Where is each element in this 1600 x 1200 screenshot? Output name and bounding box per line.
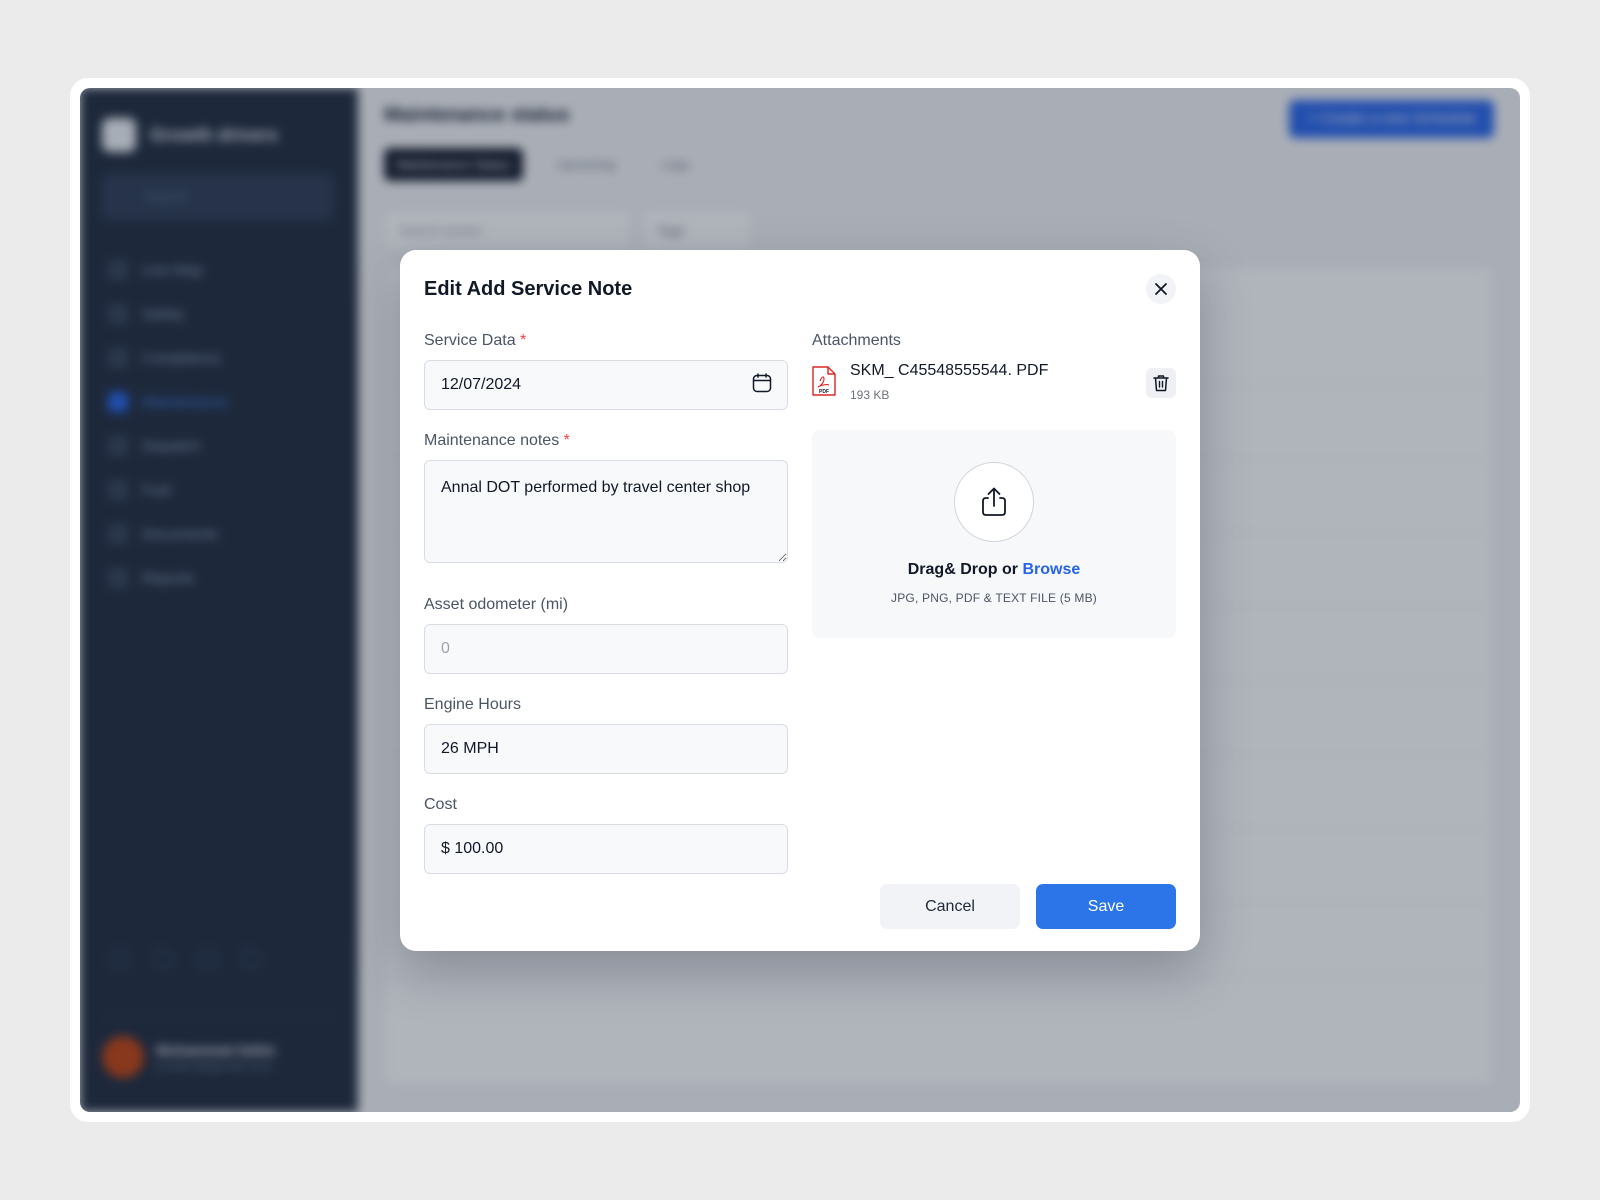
modal-title: Edit Add Service Note xyxy=(424,278,633,300)
attachments-section: Attachments PDF SKM_ C45548555544. PDF 1… xyxy=(812,330,1176,638)
browse-link[interactable]: Browse xyxy=(1022,561,1080,578)
required-mark: * xyxy=(520,332,527,349)
service-date-label: Service Data * xyxy=(424,332,527,349)
pdf-file-icon: PDF xyxy=(812,366,836,396)
odometer-label: Asset odometer (mi) xyxy=(424,596,569,613)
trash-icon xyxy=(1153,375,1169,392)
save-button[interactable]: Save xyxy=(1036,884,1176,929)
attachment-file-name: SKM_ C45548555544. PDF xyxy=(850,362,1049,379)
upload-dropzone[interactable]: Drag& Drop or Browse JPG, PNG, PDF & TEX… xyxy=(812,430,1176,638)
upload-icon xyxy=(982,487,1006,516)
dropzone-hint: JPG, PNG, PDF & TEXT FILE (5 MB) xyxy=(891,591,1097,605)
odometer-input[interactable] xyxy=(424,624,788,674)
dropzone-text: Drag& Drop or Browse xyxy=(907,561,1081,578)
required-mark: * xyxy=(563,432,570,449)
close-button[interactable] xyxy=(1146,274,1176,304)
cancel-button[interactable]: Cancel xyxy=(880,884,1020,929)
svg-text:PDF: PDF xyxy=(819,389,829,395)
service-date-wrap xyxy=(424,352,788,410)
service-note-modal: Edit Add Service Note Service Data * Mai… xyxy=(400,250,1200,951)
delete-attachment-button[interactable] xyxy=(1146,368,1176,398)
cost-label: Cost xyxy=(424,796,457,813)
upload-button[interactable] xyxy=(954,462,1034,542)
form-fields: Service Data * Maintenance notes * Annal… xyxy=(424,330,788,874)
engine-hours-input[interactable] xyxy=(424,724,788,774)
engine-hours-label: Engine Hours xyxy=(424,696,521,713)
cost-input[interactable] xyxy=(424,824,788,874)
close-icon xyxy=(1155,283,1167,295)
maintenance-notes-textarea[interactable]: Annal DOT performed by travel center sho… xyxy=(424,460,788,563)
calendar-icon[interactable] xyxy=(752,373,772,393)
attachments-label: Attachments xyxy=(812,332,901,349)
attachment-file: PDF SKM_ C45548555544. PDF 193 KB xyxy=(812,362,1176,408)
maintenance-notes-label: Maintenance notes * xyxy=(424,432,570,449)
service-date-input[interactable] xyxy=(424,360,788,410)
attachment-file-size: 193 KB xyxy=(850,388,890,402)
